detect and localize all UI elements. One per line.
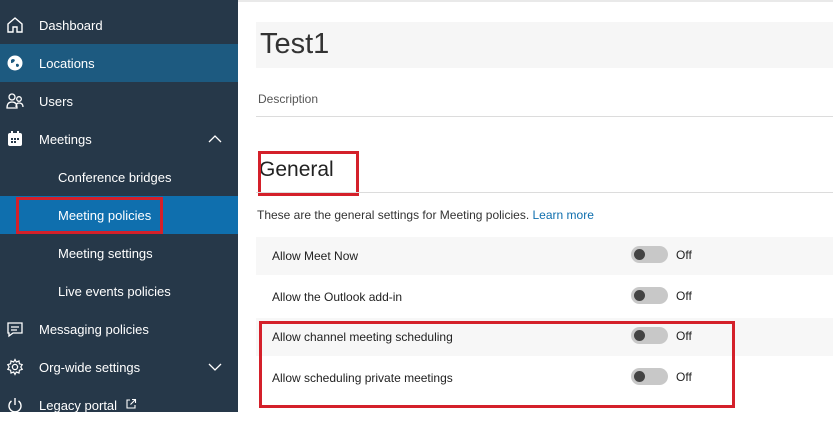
setting-label: Allow Meet Now bbox=[272, 249, 359, 263]
external-link-icon bbox=[126, 398, 137, 409]
toggle-state: Off bbox=[676, 289, 692, 303]
toggle-knob bbox=[634, 371, 645, 382]
calendar-icon bbox=[8, 131, 22, 146]
toggle-state: Off bbox=[676, 329, 692, 343]
chevron-up-icon[interactable] bbox=[206, 130, 224, 148]
toggle-state: Off bbox=[676, 370, 692, 384]
power-icon bbox=[8, 398, 22, 413]
sidebar-item-legacy-portal[interactable]: Legacy portal bbox=[0, 386, 238, 424]
chevron-down-icon[interactable] bbox=[206, 358, 224, 376]
toggle-switch[interactable] bbox=[631, 287, 668, 304]
section-heading: General bbox=[259, 158, 334, 181]
toggle-switch[interactable] bbox=[631, 368, 668, 385]
home-icon bbox=[7, 17, 23, 33]
page-title[interactable]: Test1 bbox=[260, 28, 329, 61]
sidebar-item-label: Conference bridges bbox=[58, 169, 172, 185]
setting-label: Allow scheduling private meetings bbox=[272, 371, 453, 385]
users-icon bbox=[6, 93, 24, 109]
sidebar-item-label: Legacy portal bbox=[39, 397, 118, 413]
sidebar-item-locations[interactable]: Locations bbox=[0, 44, 238, 82]
policy-name-field[interactable] bbox=[256, 22, 833, 68]
sidebar-item-label: Meetings bbox=[39, 131, 92, 147]
sidebar-item-dashboard[interactable]: Dashboard bbox=[0, 6, 238, 44]
sidebar-item-meetings[interactable]: Meetings bbox=[0, 120, 238, 158]
learn-more-link[interactable]: Learn more bbox=[533, 208, 594, 222]
sidebar-nav: Dashboard Locations Users Meetings Confe… bbox=[0, 0, 238, 413]
sidebar-item-label: Live events policies bbox=[58, 283, 171, 299]
sidebar-item-users[interactable]: Users bbox=[0, 82, 238, 120]
sidebar-item-meeting-settings[interactable]: Meeting settings bbox=[0, 234, 238, 272]
toggle-knob bbox=[634, 330, 645, 341]
sidebar-item-label: Meeting policies bbox=[58, 207, 152, 223]
setting-row: Allow scheduling private meetings Off bbox=[256, 359, 833, 397]
setting-row: Allow the Outlook add-in Off bbox=[256, 278, 833, 316]
sidebar-item-live-events-policies[interactable]: Live events policies bbox=[0, 272, 238, 310]
toggle-knob bbox=[634, 290, 645, 301]
sidebar-item-label: Dashboard bbox=[39, 17, 103, 33]
setting-row: Allow channel meeting scheduling Off bbox=[256, 318, 833, 356]
description-field[interactable]: Description bbox=[258, 92, 318, 106]
toggle-knob bbox=[634, 249, 645, 260]
setting-row: Allow Meet Now Off bbox=[256, 237, 833, 275]
sidebar-item-label: Meeting settings bbox=[58, 245, 153, 261]
intro-text: These are the general settings for Meeti… bbox=[257, 208, 530, 222]
toggle-switch[interactable] bbox=[631, 246, 668, 263]
sidebar-item-conference-bridges[interactable]: Conference bridges bbox=[0, 158, 238, 196]
toggle-switch[interactable] bbox=[631, 327, 668, 344]
sidebar-item-messaging-policies[interactable]: Messaging policies bbox=[0, 310, 238, 348]
sidebar-item-label: Users bbox=[39, 93, 73, 109]
globe-icon bbox=[7, 55, 23, 71]
sidebar-item-label: Org-wide settings bbox=[39, 359, 141, 375]
divider bbox=[256, 116, 833, 117]
section-intro: These are the general settings for Meeti… bbox=[257, 208, 594, 222]
divider bbox=[238, 0, 833, 2]
main-panel: Test1 Description General These are the … bbox=[238, 0, 833, 412]
sidebar-item-label: Locations bbox=[39, 55, 95, 71]
sidebar-item-label: Messaging policies bbox=[39, 321, 149, 337]
message-icon bbox=[7, 322, 23, 338]
gear-icon bbox=[6, 358, 24, 376]
toggle-state: Off bbox=[676, 248, 692, 262]
sidebar-item-org-wide-settings[interactable]: Org-wide settings bbox=[0, 348, 238, 386]
setting-label: Allow channel meeting scheduling bbox=[272, 330, 453, 344]
sidebar-item-meeting-policies[interactable]: Meeting policies bbox=[0, 196, 238, 234]
divider bbox=[256, 192, 833, 193]
setting-label: Allow the Outlook add-in bbox=[272, 290, 403, 304]
